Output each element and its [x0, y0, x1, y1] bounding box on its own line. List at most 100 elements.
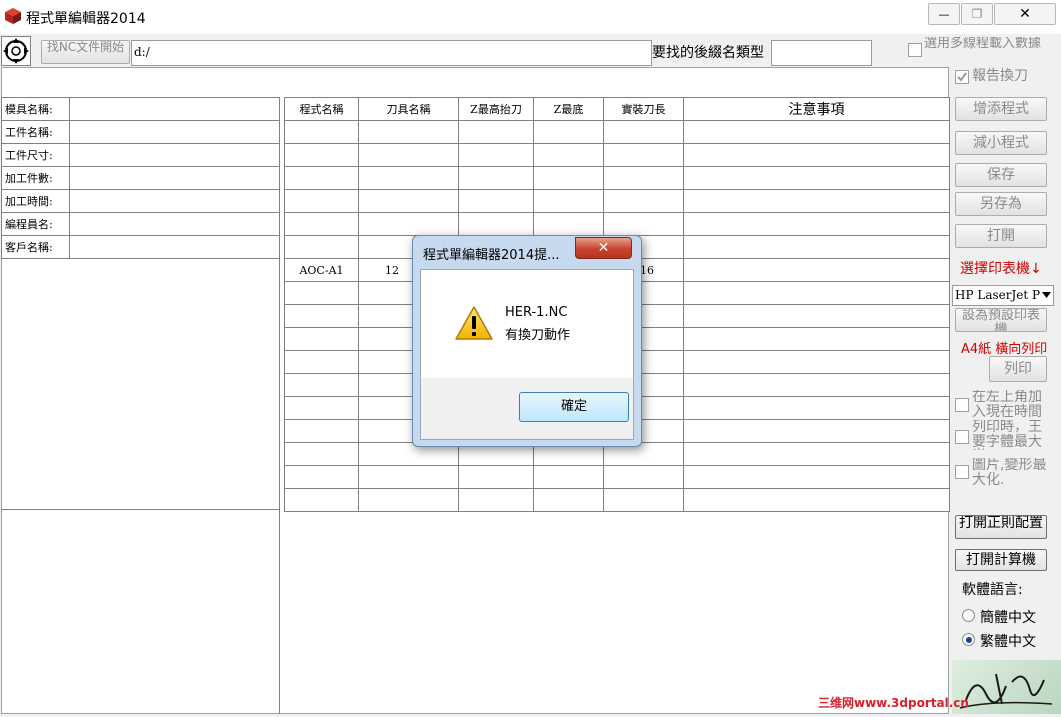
open-regex-button[interactable]: 打開正則配置	[955, 515, 1047, 539]
table-cell[interactable]	[533, 488, 604, 512]
table-cell[interactable]	[683, 396, 950, 420]
restore-button[interactable]: ❐	[961, 3, 993, 25]
table-cell[interactable]	[683, 143, 950, 167]
save-button[interactable]: 保存	[955, 163, 1047, 187]
save-as-button[interactable]: 另存為	[955, 192, 1047, 216]
table-cell[interactable]	[533, 212, 604, 236]
dialog-close-button[interactable]: ✕	[575, 237, 632, 259]
table-cell[interactable]	[683, 465, 950, 489]
table-cell[interactable]	[284, 465, 359, 489]
report-tool-change-checkbox[interactable]	[955, 70, 969, 84]
info-value-cell[interactable]	[69, 166, 280, 190]
add-time-checkbox[interactable]	[955, 398, 969, 412]
table-cell[interactable]	[683, 166, 950, 190]
info-value-cell[interactable]	[69, 235, 280, 259]
find-nc-button[interactable]: 找NC文件開始	[41, 40, 130, 64]
path-input[interactable]: d:/	[131, 40, 652, 66]
table-cell[interactable]: AOC-A1	[284, 258, 359, 282]
table-cell[interactable]	[358, 143, 459, 167]
table-cell[interactable]	[603, 212, 684, 236]
table-cell[interactable]	[683, 304, 950, 328]
column-header: 實裝刀長	[603, 97, 684, 121]
table-cell[interactable]	[358, 120, 459, 144]
close-button[interactable]: ✕	[994, 3, 1056, 25]
table-cell[interactable]	[284, 304, 359, 328]
table-row	[284, 488, 950, 512]
table-cell[interactable]	[284, 166, 359, 190]
table-cell[interactable]	[284, 488, 359, 512]
table-cell[interactable]	[603, 166, 684, 190]
table-cell[interactable]	[358, 189, 459, 213]
table-cell[interactable]	[284, 235, 359, 259]
table-cell[interactable]	[284, 212, 359, 236]
table-cell[interactable]	[458, 212, 534, 236]
table-cell[interactable]	[683, 327, 950, 351]
table-cell[interactable]	[683, 212, 950, 236]
reduce-program-button[interactable]: 減小程式	[955, 131, 1047, 155]
table-cell[interactable]	[533, 166, 604, 190]
table-cell[interactable]	[603, 465, 684, 489]
app-cube-icon	[5, 8, 21, 24]
table-cell[interactable]	[358, 465, 459, 489]
table-cell[interactable]	[683, 235, 950, 259]
table-cell[interactable]	[683, 281, 950, 305]
table-cell[interactable]	[533, 143, 604, 167]
table-cell[interactable]	[683, 442, 950, 466]
table-cell[interactable]	[603, 120, 684, 144]
set-default-printer-button[interactable]: 設為預設印表機	[955, 308, 1047, 332]
suffix-input[interactable]	[771, 40, 872, 66]
table-cell[interactable]	[683, 350, 950, 374]
image-max-checkbox[interactable]	[955, 465, 969, 479]
table-cell[interactable]	[284, 419, 359, 443]
lang-traditional-label: 繁體中文	[980, 634, 1036, 650]
add-program-button[interactable]: 增添程式	[955, 97, 1047, 121]
open-calculator-button[interactable]: 打開計算機	[955, 549, 1047, 571]
minimize-button[interactable]: —	[928, 3, 960, 25]
table-cell[interactable]	[458, 143, 534, 167]
table-cell[interactable]	[603, 189, 684, 213]
info-value-cell[interactable]	[69, 189, 280, 213]
lang-traditional-radio[interactable]	[962, 633, 975, 646]
table-cell[interactable]	[603, 143, 684, 167]
table-cell[interactable]	[284, 327, 359, 351]
ok-button[interactable]: 確定	[519, 392, 629, 422]
table-cell[interactable]	[284, 120, 359, 144]
table-cell[interactable]	[458, 166, 534, 190]
table-cell[interactable]	[284, 350, 359, 374]
max-font-checkbox[interactable]	[955, 430, 969, 444]
target-button[interactable]	[1, 36, 31, 66]
printer-select[interactable]: HP LaserJet P	[952, 285, 1054, 306]
table-cell[interactable]	[358, 166, 459, 190]
info-value-cell[interactable]	[69, 143, 280, 167]
table-cell[interactable]	[683, 258, 950, 282]
info-value-cell[interactable]	[69, 212, 280, 236]
table-cell[interactable]	[284, 189, 359, 213]
table-cell[interactable]	[683, 373, 950, 397]
table-cell[interactable]	[284, 143, 359, 167]
table-cell[interactable]	[533, 120, 604, 144]
table-cell[interactable]	[284, 396, 359, 420]
table-cell[interactable]	[683, 488, 950, 512]
open-button[interactable]: 打開	[955, 224, 1047, 248]
print-button[interactable]: 列印	[989, 356, 1047, 382]
table-cell[interactable]	[533, 189, 604, 213]
table-cell[interactable]	[458, 488, 534, 512]
table-cell[interactable]	[458, 465, 534, 489]
lang-simplified-radio[interactable]	[962, 609, 975, 622]
table-cell[interactable]	[284, 281, 359, 305]
multi-task-checkbox[interactable]	[908, 43, 922, 57]
table-cell[interactable]	[358, 488, 459, 512]
table-cell[interactable]	[683, 120, 950, 144]
table-cell[interactable]	[603, 488, 684, 512]
info-value-cell[interactable]	[69, 120, 280, 144]
table-cell[interactable]	[284, 373, 359, 397]
table-cell[interactable]	[683, 419, 950, 443]
table-cell[interactable]	[683, 189, 950, 213]
info-value-cell[interactable]	[69, 97, 280, 121]
close-icon: ✕	[597, 240, 610, 256]
table-cell[interactable]	[458, 189, 534, 213]
table-cell[interactable]	[533, 465, 604, 489]
table-cell[interactable]	[358, 212, 459, 236]
table-cell[interactable]	[458, 120, 534, 144]
table-cell[interactable]	[284, 442, 359, 466]
